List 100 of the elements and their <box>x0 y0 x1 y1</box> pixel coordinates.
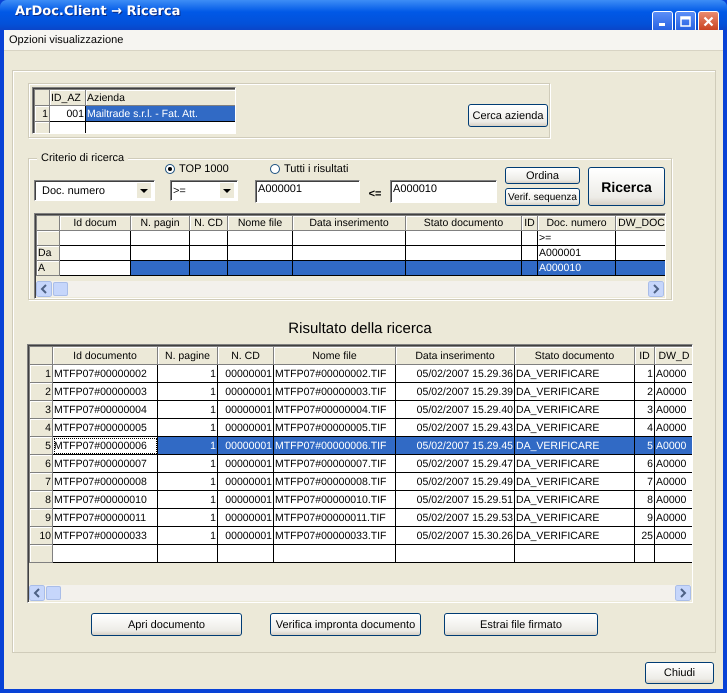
radio-label[interactable]: Tutti i risultati <box>284 163 348 175</box>
table-cell: DA_VERIFICARE <box>514 382 634 400</box>
table-row[interactable]: Da A000001 <box>36 246 665 260</box>
horizontal-scrollbar[interactable] <box>29 585 691 601</box>
table-cell: A000001 <box>538 246 616 260</box>
column-header[interactable]: Id docum <box>60 216 130 230</box>
column-header[interactable]: ID <box>634 346 654 364</box>
table-row[interactable]: 3 MTFP07#00000004 1 00000001 MTFP07#00000004.TIF 05/02/2007 15.29.40 DA_VERIFICARE 3 A0000 <box>30 400 692 418</box>
table-cell: 1 <box>158 526 218 544</box>
radio-button[interactable] <box>270 164 280 174</box>
action-button[interactable]: Estrai file firmato <box>444 613 598 636</box>
table-cell: 1 <box>158 364 218 382</box>
table-cell: 00000001 <box>218 508 274 526</box>
scroll-right-icon[interactable] <box>675 585 691 601</box>
table-row[interactable]: 5 MTFP07#00000006 1 00000001 MTFP07#00000006.TIF 05/02/2007 15.29.45 DA_VERIFICARE 5 A0000 <box>30 436 692 454</box>
table-cell: A0000 <box>654 382 692 400</box>
table-row[interactable]: 9 MTFP07#00000011 1 00000001 MTFP07#00000011.TIF 05/02/2007 15.29.53 DA_VERIFICARE 9 A0000 <box>30 508 692 526</box>
action-button[interactable]: Verifica impronta documento <box>270 613 421 636</box>
scroll-thumb[interactable] <box>46 586 61 600</box>
table-cell: DA_VERIFICARE <box>514 508 634 526</box>
column-header[interactable]: ID_AZ <box>50 90 86 106</box>
table-row[interactable]: A A000010 <box>36 260 665 276</box>
row-header: 7 <box>30 472 52 490</box>
scroll-right-icon[interactable] <box>648 281 664 297</box>
table-row[interactable]: 1 001 Mailtrade s.r.l. - Fat. Att. <box>34 106 235 122</box>
column-header[interactable]: ID <box>522 216 538 230</box>
minimize-button[interactable] <box>652 10 673 32</box>
action-button[interactable]: Apri documento <box>91 613 242 636</box>
table-cell: 1 <box>158 400 218 418</box>
table-cell: 00000001 <box>218 382 274 400</box>
column-header[interactable]: Id documento <box>52 346 158 364</box>
maximize-button[interactable] <box>675 10 696 32</box>
menu-item[interactable]: Opzioni visualizzazione <box>4 34 128 46</box>
scroll-thumb[interactable] <box>53 282 68 296</box>
table-cell: MTFP07#00000004 <box>52 400 158 418</box>
column-header[interactable]: Data inserimento <box>292 216 406 230</box>
operator-dropdown[interactable]: >= <box>170 180 238 201</box>
table-cell: 05/02/2007 15.29.45 <box>396 436 514 454</box>
close-icon[interactable] <box>703 16 714 26</box>
table-cell: MTFP07#00000004.TIF <box>274 400 396 418</box>
table-cell: MTFP07#00000033 <box>52 526 158 544</box>
verify-sequence-button[interactable]: Verif. sequenza <box>505 188 580 206</box>
table-cell: A0000 <box>654 418 692 436</box>
column-header[interactable]: Nome file <box>228 216 292 230</box>
table-cell: 05/02/2007 15.29.51 <box>396 490 514 508</box>
column-header[interactable]: Data inserimento <box>396 346 514 364</box>
column-header[interactable]: DW_D <box>654 346 692 364</box>
radio-button[interactable] <box>165 164 175 174</box>
search-button[interactable]: Ricerca <box>588 167 665 206</box>
row-header: 1 <box>30 364 52 382</box>
column-header[interactable]: N. pagin <box>130 216 190 230</box>
radio-label[interactable]: TOP 1000 <box>179 163 229 175</box>
table-cell: 00000001 <box>218 472 274 490</box>
table-row[interactable]: 2 MTFP07#00000003 1 00000001 MTFP07#00000003.TIF 05/02/2007 15.29.39 DA_VERIFICARE 2 A0000 <box>30 382 692 400</box>
table-row[interactable]: 1 MTFP07#00000002 1 00000001 MTFP07#00000002.TIF 05/02/2007 15.29.36 DA_VERIFICARE 1 A0000 <box>30 364 692 382</box>
table-cell: 05/02/2007 15.29.49 <box>396 472 514 490</box>
table-cell: 05/02/2007 15.29.47 <box>396 454 514 472</box>
table-row[interactable]: 7 MTFP07#00000008 1 00000001 MTFP07#00000008.TIF 05/02/2007 15.29.49 DA_VERIFICARE 7 A0000 <box>30 472 692 490</box>
table-cell: 00000001 <box>218 454 274 472</box>
row-header: 6 <box>30 454 52 472</box>
scroll-left-icon[interactable] <box>29 585 45 601</box>
column-header[interactable]: DW_DOC <box>616 216 665 230</box>
table-row[interactable]: 6 MTFP07#00000007 1 00000001 MTFP07#00000007.TIF 05/02/2007 15.29.47 DA_VERIFICARE 6 A0000 <box>30 454 692 472</box>
table-cell: 9 <box>634 508 654 526</box>
table-cell: DA_VERIFICARE <box>514 364 634 382</box>
table-row[interactable]: 10 MTFP07#00000033 1 00000001 MTFP07#00000033.TIF 05/02/2007 15.30.26 DA_VERIFICARE 25 A0000 <box>30 526 692 544</box>
column-header[interactable]: Nome file <box>274 346 396 364</box>
row-header: 4 <box>30 418 52 436</box>
table-row[interactable]: 4 MTFP07#00000005 1 00000001 MTFP07#00000005.TIF 05/02/2007 15.29.43 DA_VERIFICARE 4 A0000 <box>30 418 692 436</box>
horizontal-scrollbar[interactable] <box>36 281 664 297</box>
close-window-button[interactable]: Chiudi <box>645 662 714 684</box>
from-field[interactable]: A000001 <box>255 180 360 203</box>
column-header[interactable]: Stato documento <box>406 216 522 230</box>
close-button[interactable] <box>698 10 719 32</box>
table-cell: 05/02/2007 15.29.53 <box>396 508 514 526</box>
table-cell: 8 <box>634 490 654 508</box>
table-cell: 5 <box>634 436 654 454</box>
table-row[interactable]: >= <box>36 230 665 246</box>
table-cell: MTFP07#00000008 <box>52 472 158 490</box>
column-header[interactable]: Stato documento <box>514 346 634 364</box>
row-header: 9 <box>30 508 52 526</box>
maximize-icon[interactable] <box>680 16 691 26</box>
column-header[interactable]: Doc. numero <box>538 216 616 230</box>
table-row[interactable]: 8 MTFP07#00000010 1 00000001 MTFP07#00000010.TIF 05/02/2007 15.29.51 DA_VERIFICARE 8 A0000 <box>30 490 692 508</box>
column-header[interactable]: N. CD <box>218 346 274 364</box>
table-row[interactable] <box>34 122 235 133</box>
table-cell: 25 <box>634 526 654 544</box>
table-cell: 00000001 <box>218 526 274 544</box>
to-field[interactable]: A000010 <box>390 180 497 203</box>
column-header[interactable]: Azienda <box>86 90 235 106</box>
table-cell: 1 <box>158 508 218 526</box>
column-header[interactable]: N. CD <box>190 216 228 230</box>
order-button[interactable]: Ordina <box>505 167 580 184</box>
table-cell: A0000 <box>654 508 692 526</box>
field-dropdown[interactable]: Doc. numero <box>34 180 155 201</box>
search-company-button[interactable]: Cerca azienda <box>468 104 548 127</box>
scroll-left-icon[interactable] <box>36 281 52 297</box>
column-header[interactable]: N. pagine <box>158 346 218 364</box>
table-cell: 6 <box>634 454 654 472</box>
table-cell: DA_VERIFICARE <box>514 472 634 490</box>
